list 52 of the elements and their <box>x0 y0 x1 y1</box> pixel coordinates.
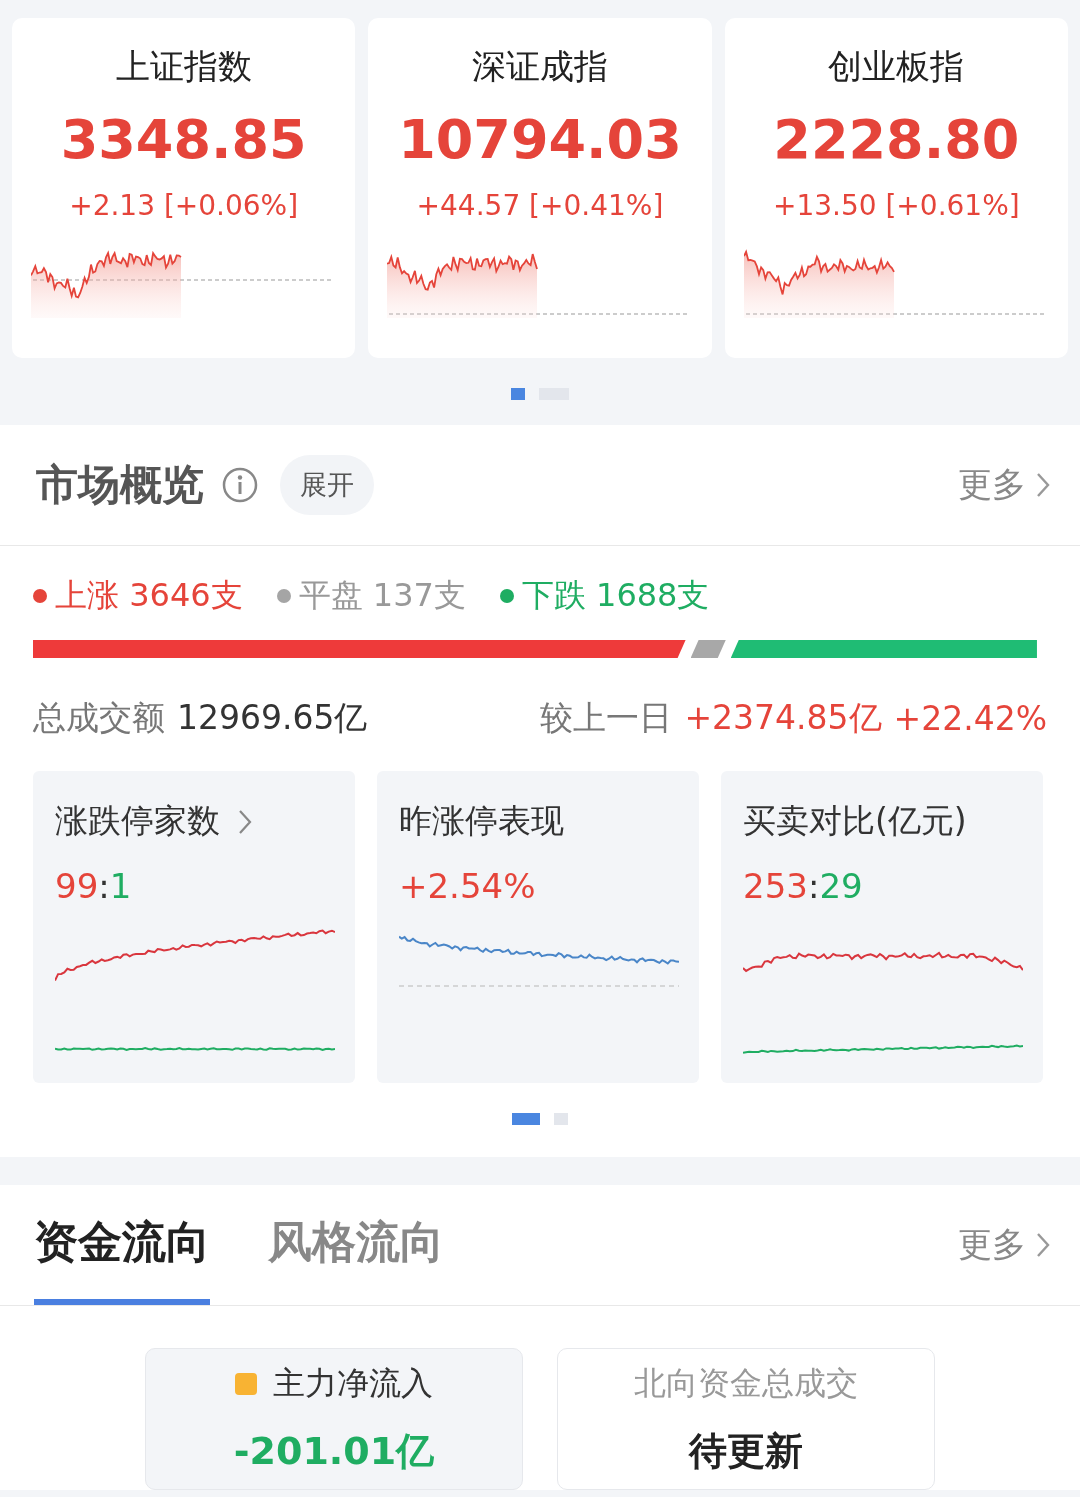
turnover-change-percent: +22.42% <box>893 699 1047 738</box>
stat-card[interactable]: 涨跌停家数 99:1 <box>33 771 355 1083</box>
flow-stat-card[interactable]: 北向资金总成交 待更新 <box>557 1348 935 1490</box>
index-value: 10794.03 <box>398 108 682 171</box>
card-title: 买卖对比(亿元) <box>743 800 967 842</box>
status-dot <box>33 589 47 603</box>
ratio-down-value: 1 <box>109 866 132 906</box>
status-dot <box>499 589 514 603</box>
chevron-icon <box>1036 1231 1050 1259</box>
index-card[interactable]: 上证指数 3348.85 +2.13 [+0.06%] <box>12 18 356 358</box>
ratio-up-value: 99 <box>55 866 99 906</box>
index-change: +2.13 [+0.06%] <box>69 189 299 222</box>
expand-button[interactable]: 展开 <box>280 455 374 515</box>
stat-label: 北向资金总成交 <box>634 1362 858 1404</box>
index-name: 创业板指 <box>828 45 965 88</box>
section-title: 市场概览 <box>36 459 204 511</box>
card-title: 昨涨停表现 <box>399 800 564 842</box>
index-change: +13.50 [+0.61%] <box>772 189 1020 222</box>
stat-card[interactable]: 昨涨停表现 +2.54% <box>377 771 699 1083</box>
index-name: 深证成指 <box>472 45 608 88</box>
stat-card[interactable]: 买卖对比(亿元) 253:29 <box>721 771 1043 1083</box>
flow-stat-card[interactable]: 主力净流入 -201.01亿 <box>145 1348 523 1490</box>
compare-label: 较上一日 <box>540 697 673 739</box>
info-icon[interactable] <box>222 467 258 503</box>
ratio-separator: : <box>98 866 110 906</box>
stat-value: -201.01亿 <box>233 1427 435 1475</box>
card-value: +2.54% <box>399 866 536 906</box>
turnover-change: +2374.85亿 <box>684 697 882 739</box>
tab[interactable]: 风格流向 <box>268 1185 444 1305</box>
stat-label: 主力净流入 <box>273 1362 433 1404</box>
breadth-stat: 上涨 3646支 <box>55 575 243 616</box>
index-change: +44.57 [+0.41%] <box>416 189 664 222</box>
tab[interactable]: 资金流向 <box>34 1185 210 1305</box>
more-link[interactable]: 更多 <box>958 1222 1050 1268</box>
index-value: 2228.80 <box>773 108 1020 171</box>
legend-marker-icon <box>235 1372 257 1395</box>
breadth-stat: 下跌 1688支 <box>521 575 710 616</box>
turnover-label: 总成交额 <box>33 697 165 739</box>
turnover-value: 12969.65亿 <box>177 697 368 739</box>
card-title: 涨跌停家数 <box>55 800 220 842</box>
ratio-separator: : <box>807 866 820 906</box>
chevron-icon <box>1036 471 1050 499</box>
index-value: 3348.85 <box>60 108 307 171</box>
stat-value: 待更新 <box>689 1427 803 1475</box>
index-card[interactable]: 创业板指 2228.80 +13.50 [+0.61%] <box>724 18 1068 358</box>
ratio-up-value: 253 <box>743 866 808 906</box>
index-card[interactable]: 深证成指 10794.03 +44.57 [+0.41%] <box>368 18 712 358</box>
more-link[interactable]: 更多 <box>958 462 1050 508</box>
breadth-stat: 平盘 137支 <box>298 575 466 616</box>
status-dot <box>276 589 291 603</box>
index-name: 上证指数 <box>115 45 252 88</box>
ratio-down-value: 29 <box>819 866 863 906</box>
